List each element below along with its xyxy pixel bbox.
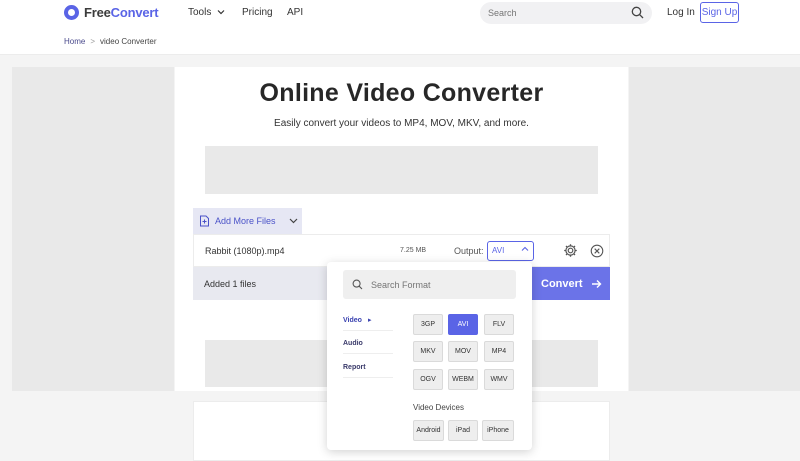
output-label: Output:	[454, 246, 484, 256]
breadcrumb-bar: Home > video Converter	[0, 28, 800, 55]
add-file-icon	[200, 215, 209, 227]
format-mkv[interactable]: MKV	[413, 341, 443, 362]
login-link[interactable]: Log In	[667, 7, 695, 18]
search-icon[interactable]	[631, 6, 644, 19]
file-name: Rabbit (1080p).mp4	[205, 246, 285, 256]
convert-button[interactable]: Convert	[531, 267, 610, 300]
device-ipad[interactable]: iPad	[448, 420, 478, 441]
format-webm[interactable]: WEBM	[448, 369, 478, 390]
gear-icon[interactable]	[563, 243, 578, 258]
format-search[interactable]	[343, 270, 516, 299]
add-more-files-button[interactable]: Add More Files	[193, 208, 302, 234]
logo-icon	[64, 5, 79, 20]
arrow-right-icon	[591, 279, 602, 288]
top-header: FreeConvert Tools Pricing API Log In Sig…	[0, 0, 800, 28]
page-title: Online Video Converter	[259, 79, 544, 107]
freeconvert-logo[interactable]: FreeConvert	[64, 5, 159, 20]
device-android[interactable]: Android	[413, 420, 444, 441]
search-input[interactable]	[488, 8, 628, 18]
logo-text: FreeConvert	[84, 5, 159, 20]
nav-pricing[interactable]: Pricing	[242, 7, 273, 18]
chevron-down-icon[interactable]	[289, 218, 298, 224]
device-iphone[interactable]: iPhone	[482, 420, 514, 441]
nav-api[interactable]: API	[287, 7, 303, 18]
format-avi[interactable]: AVI	[448, 314, 478, 335]
breadcrumb-home[interactable]: Home	[64, 37, 85, 46]
category-video[interactable]: Video ▸	[343, 316, 393, 331]
format-dropdown: Video▸ Audio Report 3GP AVI FLV MKV MOV …	[327, 262, 532, 450]
right-ad-space	[629, 67, 800, 391]
format-search-input[interactable]	[371, 279, 501, 290]
top-ad-placeholder	[205, 146, 598, 194]
output-format-select[interactable]: AVI	[487, 241, 534, 261]
file-size: 7.25 MB	[400, 247, 427, 254]
format-flv[interactable]: FLV	[484, 314, 514, 335]
nav-tools[interactable]: Tools	[188, 7, 225, 18]
left-ad-space	[12, 67, 174, 391]
video-devices-label: Video Devices	[413, 403, 464, 412]
category-audio[interactable]: Audio	[343, 340, 393, 354]
category-report[interactable]: Report	[343, 364, 393, 378]
format-ogv[interactable]: OGV	[413, 369, 443, 390]
search-icon	[352, 279, 363, 290]
format-mp4[interactable]: MP4	[484, 341, 514, 362]
breadcrumb-current: video Converter	[100, 37, 157, 46]
format-3gp[interactable]: 3GP	[413, 314, 443, 335]
format-mov[interactable]: MOV	[448, 341, 478, 362]
breadcrumb-separator: >	[90, 37, 96, 46]
signup-button[interactable]: Sign Up	[700, 2, 739, 23]
header-search[interactable]	[480, 2, 652, 24]
caret-right-icon: ▸	[367, 317, 372, 324]
format-wmv[interactable]: WMV	[484, 369, 514, 390]
breadcrumb: Home > video Converter	[64, 37, 157, 46]
chevron-down-icon	[217, 10, 225, 15]
chevron-up-icon	[521, 246, 529, 251]
page-subtitle: Easily convert your videos to MP4, MOV, …	[274, 118, 529, 129]
close-icon[interactable]	[590, 244, 604, 258]
added-files-count: Added 1 files	[204, 279, 257, 289]
